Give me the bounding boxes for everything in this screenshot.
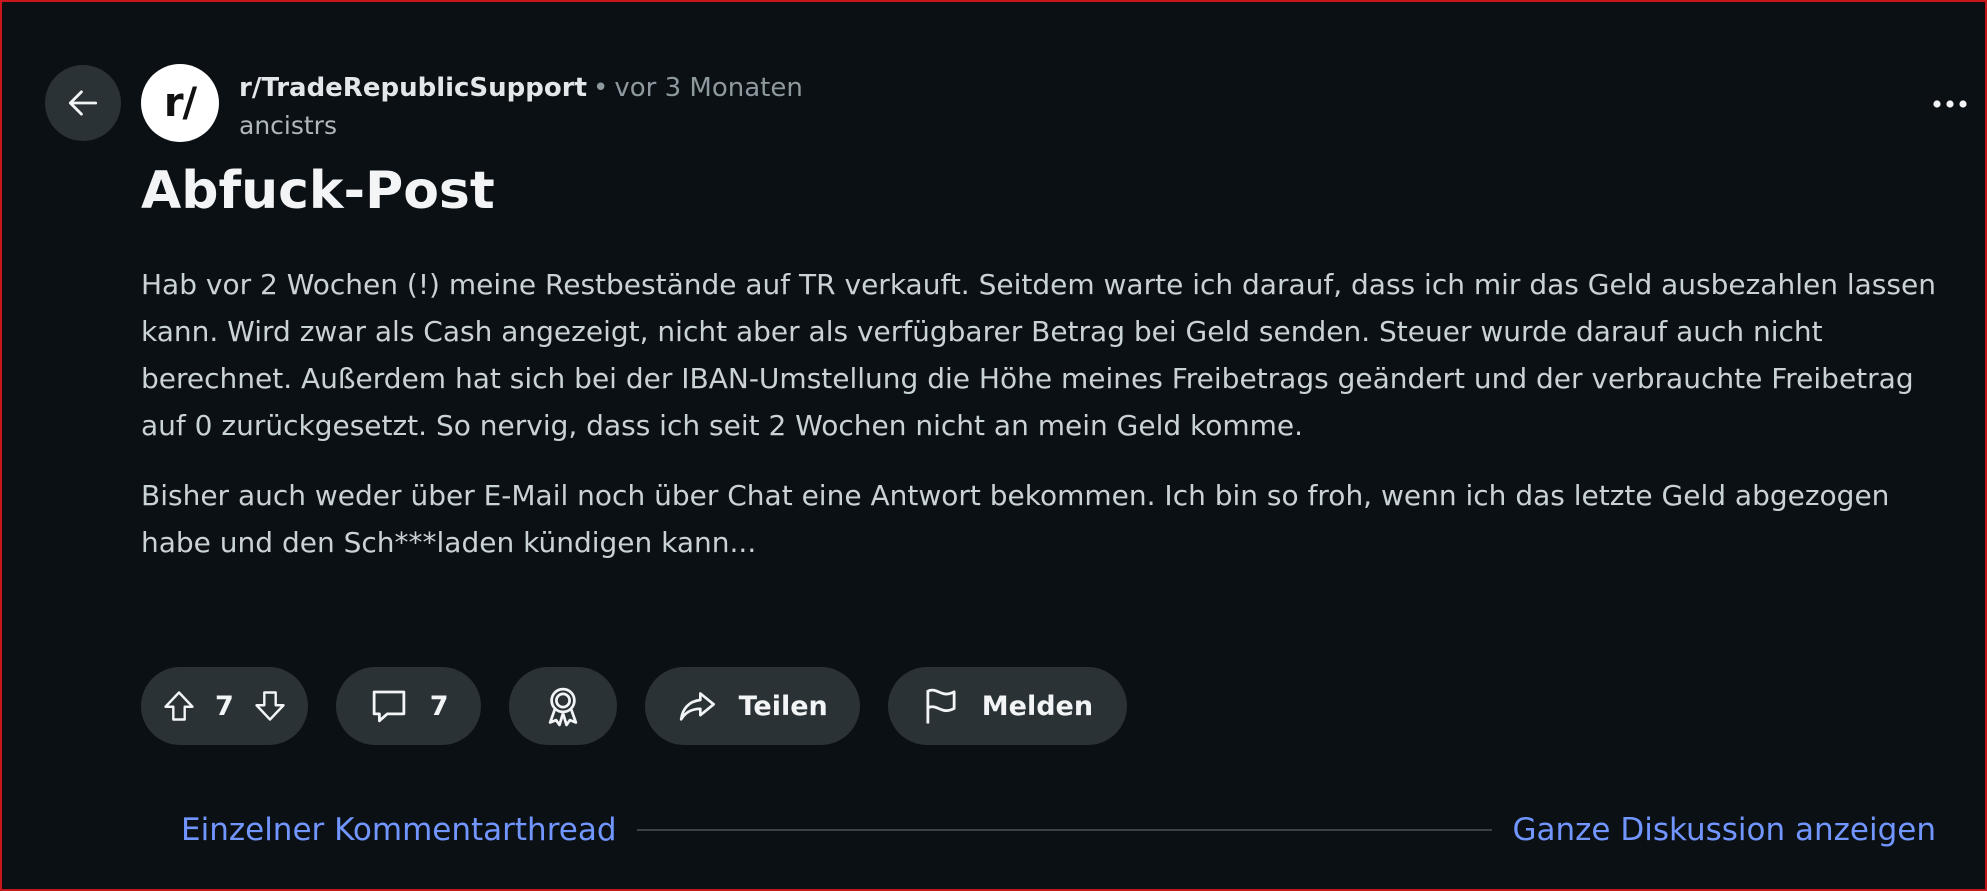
share-label: Teilen <box>738 690 828 722</box>
avatar-text: r/ <box>163 80 197 126</box>
post-time: vor 3 Monaten <box>614 73 803 103</box>
comment-bubble-icon <box>372 690 406 723</box>
meta-separator: • <box>593 73 609 103</box>
comments-button[interactable]: 7 <box>335 667 481 745</box>
more-horizontal-icon <box>1933 100 1967 108</box>
share-arrow-icon <box>679 692 715 721</box>
comment-count: 7 <box>429 690 449 722</box>
award-ribbon-icon <box>548 687 577 727</box>
post-page: r/ r/TradeRepublicSupport • vor 3 Monaten … <box>0 0 1987 891</box>
back-button[interactable] <box>45 65 121 141</box>
post-actions: 7 7 Teilen Melden <box>141 667 1128 745</box>
arrow-left-icon <box>68 90 98 116</box>
subreddit-avatar[interactable]: r/ <box>141 64 219 142</box>
subreddit-name[interactable]: r/TradeRepublicSupport <box>239 73 587 103</box>
single-thread-link[interactable]: Einzelner Kommentarthread <box>181 808 617 852</box>
report-button[interactable]: Melden <box>887 667 1128 745</box>
thread-divider <box>636 829 1493 831</box>
post-paragraph: Bisher auch weder über E-Mail noch über … <box>141 479 1890 559</box>
downvote-arrow-icon <box>255 691 285 721</box>
upvote-button[interactable] <box>161 687 197 725</box>
upvote-arrow-icon <box>164 691 194 721</box>
more-options-button[interactable] <box>1926 84 1974 124</box>
post-body: Hab vor 2 Wochen (!) meine Restbestände … <box>141 261 1963 566</box>
report-label: Melden <box>981 690 1094 722</box>
post-author[interactable]: ancistrs <box>239 109 337 143</box>
downvote-button[interactable] <box>252 687 288 725</box>
flag-icon <box>926 688 956 724</box>
vote-group: 7 <box>141 667 308 745</box>
post-paragraph: Hab vor 2 Wochen (!) meine Restbestände … <box>141 268 1936 442</box>
share-button[interactable]: Teilen <box>644 667 860 745</box>
thread-navigation: Einzelner Kommentarthread Ganze Diskussi… <box>181 808 1936 852</box>
post-title: Abfuck-Post <box>141 161 495 221</box>
award-button[interactable] <box>508 667 617 745</box>
vote-count: 7 <box>215 690 234 722</box>
full-discussion-link[interactable]: Ganze Diskussion anzeigen <box>1512 808 1936 852</box>
post-meta: r/TradeRepublicSupport • vor 3 Monaten <box>239 69 803 107</box>
